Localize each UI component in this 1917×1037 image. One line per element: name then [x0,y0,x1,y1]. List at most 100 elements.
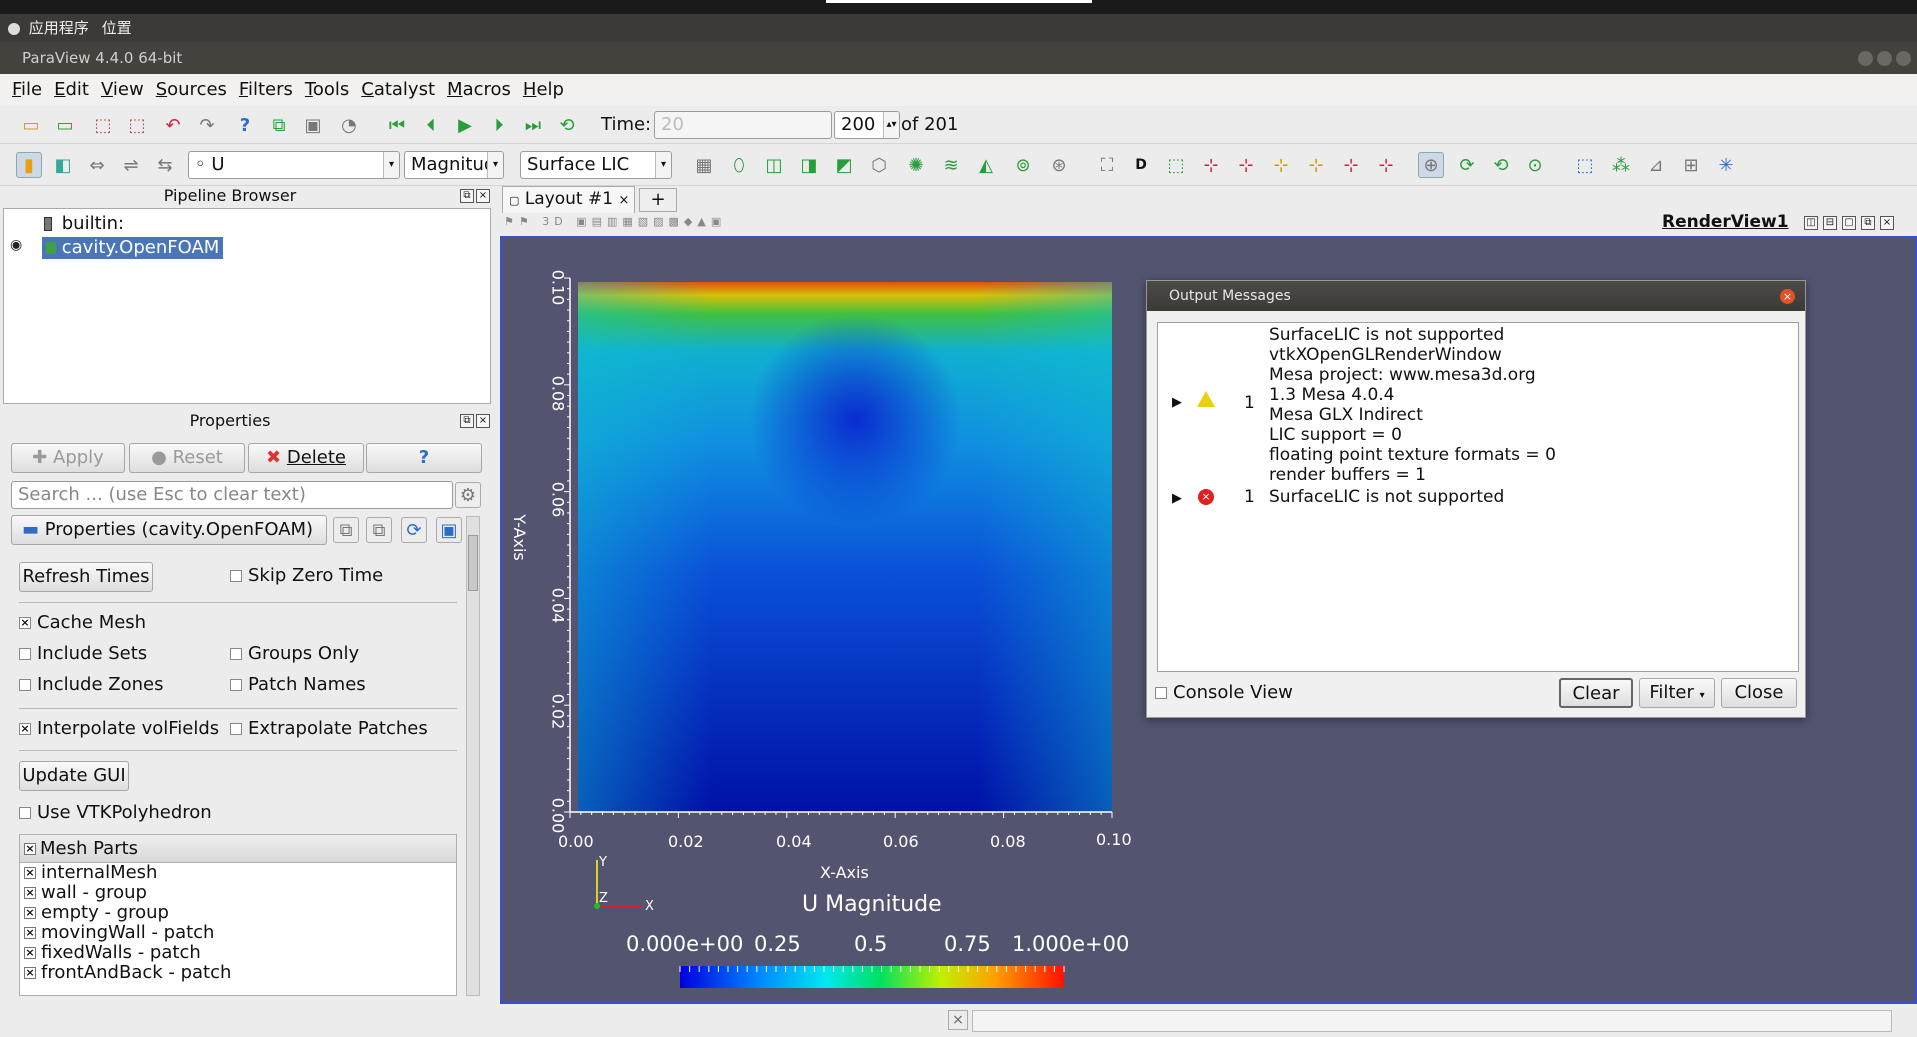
view-minus-x-icon[interactable]: ⊹ [1233,152,1259,178]
cache-mesh-checkbox[interactable]: × Cache Mesh [19,612,146,633]
include-zones-checkbox[interactable]: Include Zones [19,674,163,695]
rescale-range-icon[interactable]: ⇔ [84,152,110,178]
float-icon[interactable]: ⧉ [460,189,474,203]
help-button[interactable]: ? [366,443,482,473]
close-icon[interactable]: × [476,189,490,203]
extrapolate-patches-checkbox[interactable]: Extrapolate Patches [230,718,428,739]
toggle-color-legend-icon[interactable]: ▮ [16,152,42,178]
menu-file[interactable]: File [6,74,48,100]
mesh-parts-list[interactable]: × Mesh Parts × internalMesh × wall - group … [19,834,457,996]
places-menu[interactable]: 位置 [102,19,132,37]
groups-only-checkbox[interactable]: Groups Only [230,643,359,664]
zoom-to-box-icon[interactable]: ⬚ [1163,152,1189,178]
slice-icon[interactable]: ◨ [796,152,822,178]
rotate-ccw-icon[interactable]: ⟲ [1488,152,1514,178]
threshold-icon[interactable]: ◩ [831,152,857,178]
view-plus-x-icon[interactable]: ⊹ [1198,152,1224,178]
previous-frame-icon[interactable]: ⏴ [418,112,444,138]
refresh-times-button[interactable]: Refresh Times [19,562,153,592]
rotate-cw-icon[interactable]: ⟳ [1454,152,1480,178]
close-dialog-icon[interactable]: × [1780,289,1795,304]
spin-arrows-icon[interactable]: ▴▾ [883,112,899,138]
glyph-icon[interactable]: ✺ [903,152,929,178]
select-cells-icon[interactable]: ⬚ [1572,152,1598,178]
loop-icon[interactable]: ⟲ [554,112,580,138]
expand-arrow-icon[interactable]: ▶ [1172,395,1182,410]
clip-icon[interactable]: ◫ [761,152,787,178]
play-icon[interactable]: ▶ [452,112,478,138]
split-horizontal-icon[interactable]: ◫ [1804,216,1818,230]
menu-catalyst[interactable]: Catalyst [355,74,441,100]
extract-subset-icon[interactable]: ⬡ [866,152,892,178]
eye-visibility-icon[interactable]: ◉ [10,237,22,253]
view-plus-y-icon[interactable]: ⊹ [1268,152,1294,178]
checkbox-box-checked[interactable]: × [24,907,36,919]
split-vertical-icon[interactable]: ⊟ [1823,216,1837,230]
checkbox-box-checked[interactable]: × [24,887,36,899]
first-frame-icon[interactable]: ⏮ [384,112,410,138]
extract-level-icon[interactable]: ⊛ [1046,152,1072,178]
checkbox-box-checked[interactable]: × [24,867,36,879]
view-minus-z-icon[interactable]: ⊹ [1373,152,1399,178]
properties-search-input[interactable]: Search ... (use Esc to clear text) [11,481,453,509]
save-state-icon[interactable]: ⬚ [124,112,150,138]
list-item[interactable]: × frontAndBack - patch [20,963,456,983]
properties-scrollbar[interactable] [466,516,480,996]
time-index-spinbox[interactable]: 200 ▴▾ [834,111,900,139]
help-icon[interactable]: ? [232,112,258,138]
tab-layout-1[interactable]: ▢ Layout #1 × [502,186,635,213]
restore-view-icon[interactable]: ⧉ [1861,216,1875,230]
menu-tools[interactable]: Tools [299,74,355,100]
properties-section-header[interactable]: ▬ Properties (cavity.OpenFOAM) [11,515,327,545]
paste-icon[interactable]: ⧉ [366,517,392,543]
calculator-icon[interactable]: ▦ [691,152,717,178]
menu-view[interactable]: View [95,74,150,100]
checkbox-box-checked[interactable]: × [24,927,36,939]
scrollbar-thumb[interactable] [468,535,478,591]
expand-arrow-icon[interactable]: ▶ [1172,491,1182,506]
open-recent-icon[interactable]: ▭ [52,112,78,138]
select-points-icon[interactable]: ⁂ [1608,152,1634,178]
reset-camera-icon[interactable]: ⛶ [1094,152,1120,178]
restore-defaults-icon[interactable]: ⟳ [401,517,427,543]
reset-button[interactable]: ● Reset [129,443,245,473]
menu-sources[interactable]: Sources [150,74,233,100]
minimize-button[interactable] [1858,51,1873,66]
list-item[interactable]: × internalMesh [20,863,456,883]
edit-color-map-icon[interactable]: ◧ [50,152,76,178]
color-variable-select[interactable]: ◦ U ▾ [188,151,400,179]
warp-vector-icon[interactable]: ◭ [973,152,999,178]
close-window-button[interactable] [1896,51,1911,66]
copy-icon[interactable]: ⧉ [333,517,359,543]
clear-button[interactable]: Clear [1559,678,1633,708]
checkbox-box-checked[interactable]: × [24,947,36,959]
skip-zero-time-checkbox[interactable]: Skip Zero Time [230,565,383,586]
pipeline-item-cavity[interactable]: cavity.OpenFOAM [42,237,224,259]
view-toolbar-icons[interactable]: ⚑⚑ 3D ▣▤▥▦▧▨▩◆▲▣ [504,215,726,228]
list-item[interactable]: × wall - group [20,883,456,903]
include-sets-checkbox[interactable]: Include Sets [19,643,147,664]
menu-edit[interactable]: Edit [48,74,95,100]
list-item[interactable]: × empty - group [20,903,456,923]
close-view-icon[interactable]: × [1880,216,1894,230]
disconnect-icon[interactable]: ▣ [300,112,326,138]
connect-icon[interactable]: ⧉ [266,112,292,138]
zoom-to-data-icon[interactable]: D [1128,152,1154,178]
apps-menu[interactable]: 应用程序 [29,19,89,37]
mesh-parts-header[interactable]: × Mesh Parts [20,835,456,863]
open-folder-icon[interactable]: ▭ [18,112,44,138]
center-axes-icon[interactable]: ⊕ [1418,152,1444,178]
pick-center-icon[interactable]: ⊙ [1522,152,1548,178]
menu-filters[interactable]: Filters [233,74,299,100]
redo-icon[interactable]: ↷ [194,112,220,138]
advanced-settings-gear-icon[interactable]: ⚙ [455,482,481,508]
last-frame-icon[interactable]: ⏭ [520,112,546,138]
float-icon[interactable]: ⧉ [460,414,474,428]
system-menu-icon[interactable] [8,22,20,35]
select-block-icon[interactable]: ⊞ [1678,152,1704,178]
filter-button[interactable]: Filter ▾ [1639,678,1715,708]
save-defaults-icon[interactable]: ▣ [436,517,462,543]
next-frame-icon[interactable]: ⏵ [486,112,512,138]
undo-icon[interactable]: ↶ [160,112,186,138]
checkbox-box-checked[interactable]: × [24,842,36,855]
